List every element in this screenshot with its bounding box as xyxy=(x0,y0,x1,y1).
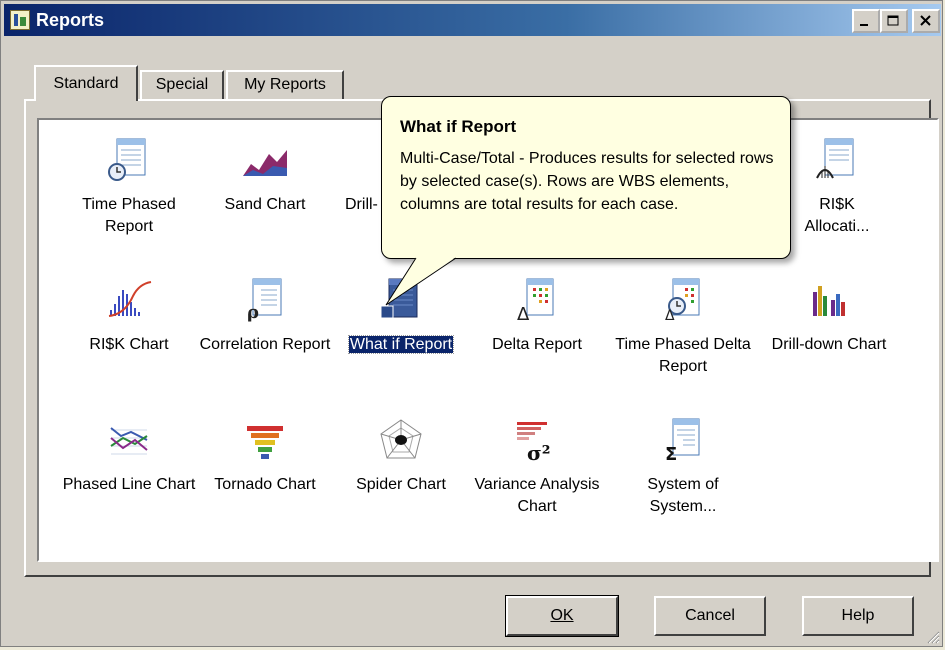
svg-text:Δ: Δ xyxy=(517,304,530,324)
report-label: Tornado Chart xyxy=(214,476,316,493)
title-bar[interactable]: Reports xyxy=(4,4,941,36)
tab-standard-label: Standard xyxy=(53,75,119,92)
phased-line-chart-icon xyxy=(110,427,148,455)
tooltip-body: Multi-Case/Total - Produces results for … xyxy=(400,150,774,213)
tab-special-label: Special xyxy=(155,76,209,93)
report-label: Spider Chart xyxy=(356,476,446,493)
report-label: Correlation Report xyxy=(199,336,331,353)
maximize-button[interactable] xyxy=(880,9,908,33)
svg-text:Σ: Σ xyxy=(665,444,677,464)
tooltip-title: What if Report xyxy=(400,117,517,136)
report-label: Drill-down Chart xyxy=(771,336,887,353)
cancel-button-label: Cancel xyxy=(685,607,735,624)
report-label: Variance Analysis Chart xyxy=(474,476,600,515)
risk-allocation-icon xyxy=(816,138,854,179)
report-label: Sand Chart xyxy=(224,196,306,213)
reports-dialog: Reports Standard Special My Reports Time… xyxy=(0,0,943,647)
risk-chart-icon xyxy=(108,281,152,317)
report-label: Time Phased Delta Report xyxy=(615,336,751,375)
close-button[interactable] xyxy=(912,9,940,33)
report-label: System of System... xyxy=(647,476,719,515)
svg-text:Δ: Δ xyxy=(665,308,675,324)
report-tooltip: What if Report Multi-Case/Total - Produc… xyxy=(381,96,791,259)
selected-label-text: What if Report xyxy=(347,335,455,354)
window-title: Reports xyxy=(36,10,105,30)
spider-chart-icon xyxy=(380,419,422,459)
system-of-systems-icon: Σ xyxy=(665,418,700,464)
help-button-label: Help xyxy=(841,607,875,624)
ok-button[interactable]: OK xyxy=(505,595,619,637)
tab-special[interactable]: Special xyxy=(140,70,224,100)
tornado-chart-icon xyxy=(247,426,283,459)
resize-grip-icon[interactable] xyxy=(926,630,940,644)
correlation-report-icon: ρ xyxy=(247,278,282,323)
reports-app-icon xyxy=(10,10,30,30)
minimize-button[interactable] xyxy=(852,9,880,33)
sand-chart-icon xyxy=(243,150,287,176)
tab-my-reports[interactable]: My Reports xyxy=(226,70,344,100)
delta-report-icon: Δ xyxy=(517,278,554,324)
minimize-icon xyxy=(860,24,868,26)
time-phased-report-icon xyxy=(108,138,146,181)
svg-text:ρ: ρ xyxy=(247,302,259,323)
report-label: Delta Report xyxy=(492,336,582,353)
tab-standard[interactable]: Standard xyxy=(34,65,138,101)
svg-text:σ²: σ² xyxy=(527,441,551,464)
close-icon xyxy=(920,15,931,26)
report-label: Phased Line Chart xyxy=(62,476,196,493)
maximize-icon xyxy=(887,15,899,26)
cancel-button[interactable]: Cancel xyxy=(654,596,766,636)
report-label: RI$K Chart xyxy=(89,336,169,353)
report-label: Time Phased Report xyxy=(82,196,176,235)
variance-analysis-chart-icon: σ² xyxy=(517,422,551,464)
what-if-report-icon xyxy=(380,278,418,319)
help-button[interactable]: Help xyxy=(802,596,914,636)
drill-down-chart-icon xyxy=(813,286,845,316)
report-label: What if Report xyxy=(331,334,471,356)
time-phased-delta-report-icon: Δ xyxy=(665,278,700,324)
tab-my-reports-label: My Reports xyxy=(244,76,326,93)
ok-button-label: OK xyxy=(550,607,574,624)
